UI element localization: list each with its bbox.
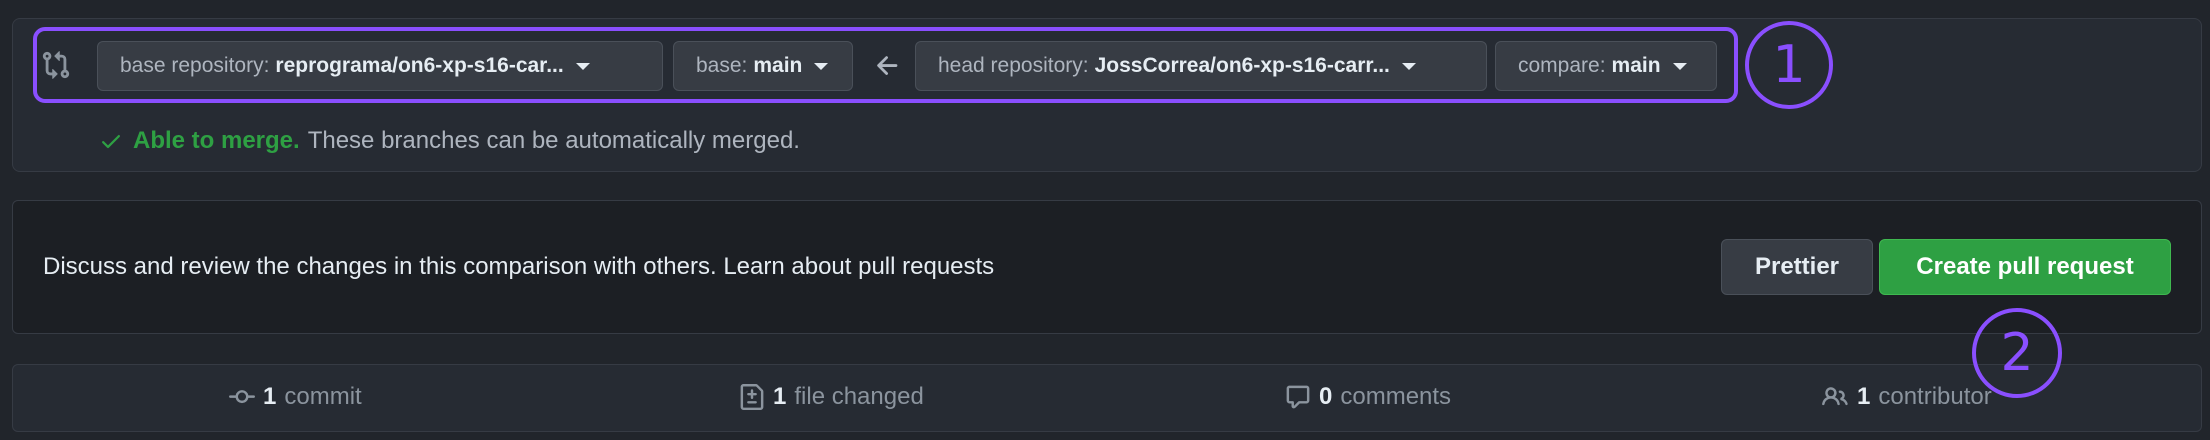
chevron-down-icon <box>1401 62 1416 70</box>
compare-branch-value: main <box>1611 54 1661 77</box>
comment-icon <box>1286 385 1310 409</box>
base-repository-select[interactable]: base repository: reprograma/on6-xp-s16-c… <box>97 41 663 91</box>
git-commit-icon <box>229 390 255 404</box>
people-icon <box>1822 387 1848 406</box>
commits-label: commit <box>284 383 362 410</box>
files-count: 1 <box>773 383 787 410</box>
head-repository-label: head repository: <box>938 54 1089 77</box>
base-repository-label: base repository: <box>120 54 270 77</box>
merge-status-detail: These branches can be automatically merg… <box>307 127 800 154</box>
pr-description: Discuss and review the changes in this c… <box>43 253 995 280</box>
stat-comments[interactable]: 0 comments <box>1285 383 1451 411</box>
commits-count: 1 <box>263 383 277 410</box>
annotation-marker-2: 2 <box>1972 308 2062 398</box>
chevron-down-icon <box>575 62 590 70</box>
stat-commits[interactable]: 1 commit <box>229 383 362 411</box>
file-diff-icon <box>740 384 764 410</box>
chevron-down-icon <box>814 62 829 70</box>
annotation-marker-1: 1 <box>1745 21 1833 109</box>
prettier-button[interactable]: Prettier <box>1721 239 1873 295</box>
base-branch-label: base: <box>696 54 748 77</box>
files-label: file changed <box>794 383 924 410</box>
head-repository-select[interactable]: head repository: JossCorrea/on6-xp-s16-c… <box>915 41 1487 91</box>
head-repository-value: JossCorrea/on6-xp-s16-carr... <box>1094 54 1390 77</box>
comments-count: 0 <box>1319 383 1333 410</box>
chevron-down-icon <box>1672 62 1687 70</box>
create-pr-bar: Discuss and review the changes in this c… <box>12 200 2202 334</box>
compare-branch-label: compare: <box>1518 54 1606 77</box>
comments-label: comments <box>1340 383 1452 410</box>
comparison-stats: 1 commit 1 file changed 0 comments 1 con… <box>12 364 2202 432</box>
merge-status: Able to merge. These branches can be aut… <box>99 127 800 155</box>
base-branch-value: main <box>753 54 803 77</box>
base-branch-select[interactable]: base: main <box>673 41 853 91</box>
stat-files-changed[interactable]: 1 file changed <box>739 383 924 411</box>
base-repository-value: reprograma/on6-xp-s16-car... <box>275 54 564 77</box>
contributors-count: 1 <box>1857 383 1871 410</box>
git-compare-icon <box>42 51 70 79</box>
contributors-label: contributor <box>1878 383 1992 410</box>
compare-range-panel: base repository: reprograma/on6-xp-s16-c… <box>12 18 2202 172</box>
compare-branch-select[interactable]: compare: main <box>1495 41 1717 91</box>
create-pull-request-button[interactable]: Create pull request <box>1879 239 2171 295</box>
merge-status-ok: Able to merge. <box>133 127 300 154</box>
check-icon <box>102 135 120 149</box>
arrow-left-icon <box>877 56 898 75</box>
stat-contributors[interactable]: 1 contributor <box>1821 383 1992 411</box>
